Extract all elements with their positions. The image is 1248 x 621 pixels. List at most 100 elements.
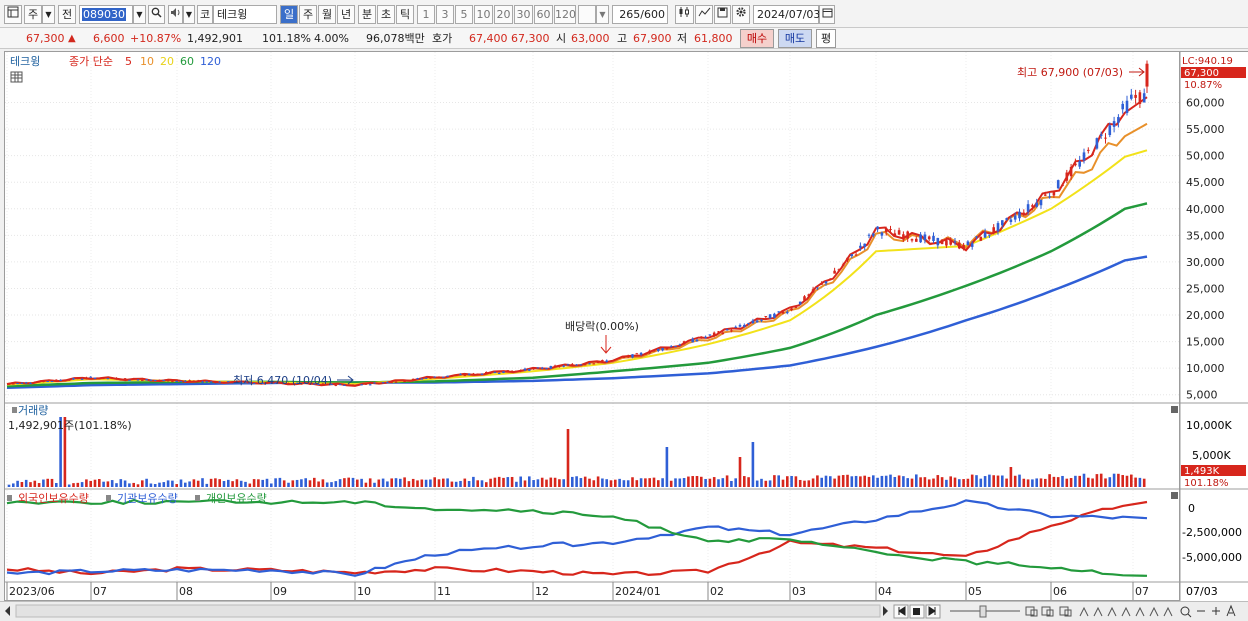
speaker-icon[interactable]	[168, 5, 183, 24]
candle-body	[493, 372, 497, 374]
volume-bar	[1112, 473, 1116, 487]
grid-toggle-icon[interactable]	[10, 71, 23, 83]
price-tick-label: 60,000	[1186, 97, 1225, 110]
search-icon[interactable]	[148, 5, 165, 24]
zigzag-icon	[698, 7, 710, 17]
count-field[interactable]: 265/600	[612, 5, 668, 24]
volume-bar	[635, 480, 639, 487]
speaker-dropdown-icon[interactable]: ▼	[183, 5, 195, 24]
candle-type-icon[interactable]	[675, 5, 694, 24]
volume-bar	[949, 476, 952, 487]
volume-bar	[399, 478, 402, 487]
period-week[interactable]: 주	[299, 5, 317, 24]
volume-bar	[1138, 477, 1142, 487]
scroll-left-icon[interactable]	[5, 606, 10, 616]
interval-3[interactable]: 3	[436, 5, 454, 24]
save-icon[interactable]	[714, 5, 731, 24]
volume-bar	[1005, 478, 1008, 487]
volume-ratio: 101.18%	[262, 32, 311, 45]
volume-bar	[1108, 477, 1112, 487]
calendar-icon[interactable]	[819, 5, 835, 24]
calendar-glyph	[822, 8, 832, 18]
volume-bar	[76, 482, 80, 487]
interval-60[interactable]: 60	[534, 5, 553, 24]
scroll-right-icon[interactable]	[883, 606, 888, 616]
candle-body	[29, 383, 32, 385]
zoom-slider[interactable]	[950, 605, 1020, 618]
candle-body	[536, 367, 540, 369]
volume-bar	[437, 479, 441, 487]
volume-bar	[536, 479, 540, 487]
evaluate-button[interactable]: 평	[816, 29, 836, 48]
volume-bar	[330, 482, 333, 487]
stock-code-input[interactable]: 089030	[79, 5, 133, 24]
period-month[interactable]: 월	[318, 5, 336, 24]
bottom-controls	[5, 604, 1236, 619]
period-day[interactable]: 일	[280, 5, 298, 24]
price-candles	[7, 60, 1149, 387]
market-dropdown-icon[interactable]: ▼	[42, 5, 55, 24]
chart-area[interactable]: 테크윙 종가 단순 5 10 20 60 120 최고 67,900 (07/0…	[4, 51, 1181, 602]
candle-body	[966, 241, 970, 246]
period-year[interactable]: 년	[337, 5, 355, 24]
volume-bar	[996, 475, 1000, 487]
code-dropdown-icon[interactable]: ▼	[133, 5, 146, 24]
volume-bar	[93, 479, 97, 487]
volume-bar	[171, 480, 174, 487]
volume-bar	[1069, 478, 1073, 487]
period-minute[interactable]: 분	[358, 5, 376, 24]
volume-bar	[218, 479, 221, 487]
candle-body	[218, 381, 221, 383]
sell-button[interactable]: 매도	[778, 29, 812, 48]
interval-10[interactable]: 10	[474, 5, 493, 24]
window-layout-icon[interactable]	[4, 5, 22, 24]
candle-body	[1056, 180, 1060, 189]
interval-custom-input[interactable]	[578, 5, 596, 24]
volume-bar	[446, 478, 449, 487]
interval-dropdown-icon[interactable]: ▼	[596, 5, 609, 24]
interval-20[interactable]: 20	[494, 5, 513, 24]
interval-30[interactable]: 30	[514, 5, 533, 24]
playback-controls[interactable]	[893, 604, 941, 619]
candle-body	[158, 379, 161, 381]
volume-bar	[1082, 473, 1086, 487]
volume-bar	[1039, 478, 1043, 487]
volume-bar	[145, 478, 148, 487]
interval-120[interactable]: 120	[554, 5, 576, 24]
candle-body	[1069, 166, 1073, 177]
prev-button[interactable]: 전	[58, 5, 76, 24]
interval-1[interactable]: 1	[417, 5, 435, 24]
volume-bar	[85, 479, 88, 487]
chart-canvas[interactable]: 테크윙 종가 단순 5 10 20 60 120 최고 67,900 (07/0…	[5, 52, 1181, 602]
price-change: 6,600	[93, 32, 125, 45]
candle-body	[476, 373, 479, 375]
candle-body	[188, 380, 191, 382]
x-axis-label: 07	[93, 585, 107, 598]
zoom-icons[interactable]	[1180, 604, 1236, 618]
candle-body	[867, 234, 871, 236]
legend-stock-name: 테크윙	[10, 55, 40, 68]
candle-body	[450, 375, 454, 377]
stock-name-field[interactable]: 테크윙	[213, 5, 277, 24]
horizontal-scrollbar[interactable]	[15, 604, 881, 618]
legend-ma-120: 120	[200, 55, 221, 68]
date-input[interactable]: 2024/07/03	[753, 5, 820, 24]
interval-5[interactable]: 5	[455, 5, 473, 24]
candle-body	[975, 236, 978, 238]
period-second[interactable]: 초	[377, 5, 395, 24]
view-tool-icons[interactable]	[1025, 606, 1173, 617]
trendline-icon[interactable]	[695, 5, 713, 24]
holding-panel-close-icon[interactable]	[1171, 492, 1178, 499]
buy-button[interactable]: 매수	[740, 29, 774, 48]
volume-panel-close-icon[interactable]	[1171, 406, 1178, 413]
settings-gear-icon[interactable]	[732, 5, 750, 24]
candle-body	[489, 371, 492, 374]
market-select[interactable]: 주	[24, 5, 42, 24]
volume-bar	[811, 478, 815, 487]
holding-lines	[6, 498, 1148, 577]
volume-bar	[932, 478, 935, 487]
candle-body	[652, 350, 656, 352]
candle-body	[85, 377, 88, 379]
volume-bar	[876, 477, 879, 487]
period-tick[interactable]: 틱	[396, 5, 414, 24]
